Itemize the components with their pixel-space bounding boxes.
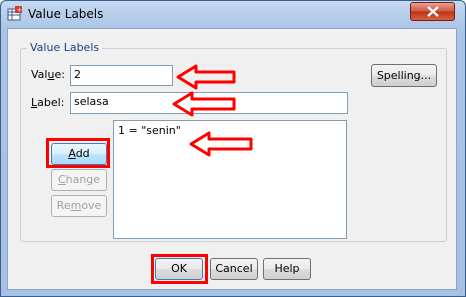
cancel-button-label: Cancel — [215, 262, 253, 275]
title-bar[interactable]: + Value Labels — [1, 1, 465, 27]
close-icon — [427, 6, 439, 17]
value-label-suffix: e: — [54, 68, 65, 81]
remove-accel: m — [70, 199, 82, 212]
arrow-left-icon — [176, 64, 236, 90]
cancel-button[interactable]: Cancel — [210, 258, 258, 280]
svg-text:+: + — [17, 6, 23, 14]
variable-table-icon: + — [7, 6, 23, 21]
spelling-button[interactable]: Spelling... — [371, 64, 437, 87]
arrow-left-icon — [189, 131, 253, 157]
remove-prefix: Re — [56, 199, 71, 212]
change-rest: hange — [65, 173, 101, 186]
group-legend: Value Labels — [27, 41, 103, 54]
remove-button-label: Remove — [52, 196, 106, 216]
remove-button[interactable]: Remove — [51, 195, 107, 217]
change-accel: C — [57, 173, 66, 186]
change-button-label: Change — [52, 170, 106, 190]
label-label: Label: — [31, 96, 64, 109]
change-button[interactable]: Change — [51, 169, 107, 191]
spelling-button-label: Spelling... — [376, 69, 432, 82]
value-input[interactable]: 2 — [70, 65, 173, 86]
close-button[interactable] — [410, 2, 455, 21]
ok-highlight-box — [151, 254, 208, 284]
help-button-label: Help — [274, 262, 300, 275]
window-title: Value Labels — [28, 7, 104, 21]
label-label-suffix: abel: — [37, 96, 65, 109]
add-highlight-box — [46, 138, 110, 168]
value-label-prefix: Val — [31, 68, 48, 81]
value-label: Value: — [31, 68, 65, 81]
help-button[interactable]: Help — [263, 258, 311, 280]
arrow-left-icon — [172, 91, 236, 117]
list-item[interactable]: 1 = "senin" — [118, 124, 181, 137]
remove-rest: ove — [81, 199, 102, 212]
value-arrow-anchor — [172, 66, 173, 67]
